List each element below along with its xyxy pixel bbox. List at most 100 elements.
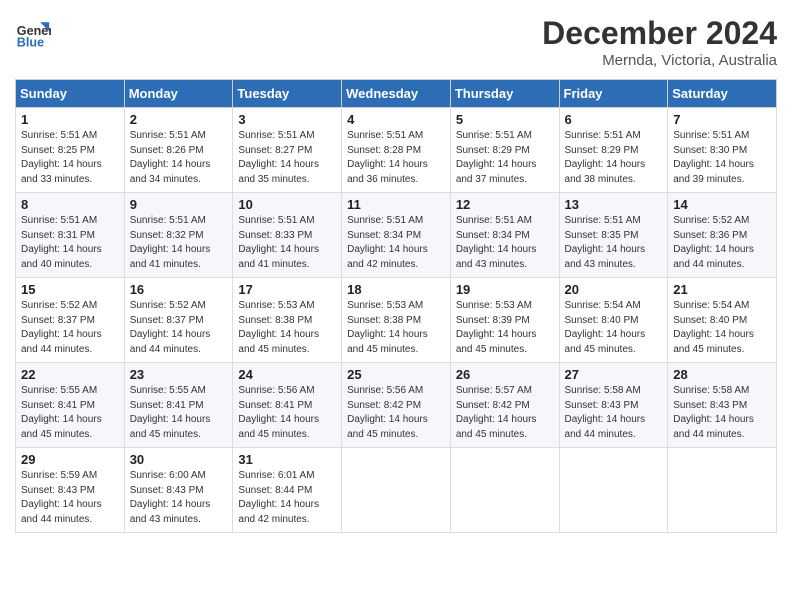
day-header-friday: Friday	[559, 80, 668, 108]
calendar-cell: 27 Sunrise: 5:58 AMSunset: 8:43 PMDaylig…	[559, 363, 668, 448]
calendar-header-row: SundayMondayTuesdayWednesdayThursdayFrid…	[16, 80, 777, 108]
day-number: 16	[130, 282, 228, 297]
calendar-week-row: 15 Sunrise: 5:52 AMSunset: 8:37 PMDaylig…	[16, 278, 777, 363]
day-detail: Sunrise: 5:52 AMSunset: 8:37 PMDaylight:…	[130, 300, 211, 355]
day-detail: Sunrise: 5:51 AMSunset: 8:26 PMDaylight:…	[130, 130, 211, 185]
day-detail: Sunrise: 5:56 AMSunset: 8:41 PMDaylight:…	[238, 385, 319, 440]
day-number: 4	[347, 112, 445, 127]
calendar-cell: 7 Sunrise: 5:51 AMSunset: 8:30 PMDayligh…	[668, 108, 777, 193]
calendar-cell: 9 Sunrise: 5:51 AMSunset: 8:32 PMDayligh…	[124, 193, 233, 278]
day-detail: Sunrise: 5:51 AMSunset: 8:27 PMDaylight:…	[238, 130, 319, 185]
day-number: 6	[565, 112, 663, 127]
day-header-monday: Monday	[124, 80, 233, 108]
calendar-cell: 28 Sunrise: 5:58 AMSunset: 8:43 PMDaylig…	[668, 363, 777, 448]
day-number: 7	[673, 112, 771, 127]
calendar-cell: 4 Sunrise: 5:51 AMSunset: 8:28 PMDayligh…	[342, 108, 451, 193]
calendar-cell: 16 Sunrise: 5:52 AMSunset: 8:37 PMDaylig…	[124, 278, 233, 363]
day-number: 26	[456, 367, 554, 382]
day-detail: Sunrise: 5:51 AMSunset: 8:35 PMDaylight:…	[565, 215, 646, 270]
calendar-cell: 26 Sunrise: 5:57 AMSunset: 8:42 PMDaylig…	[450, 363, 559, 448]
title-area: December 2024 Mernda, Victoria, Australi…	[542, 15, 777, 69]
day-detail: Sunrise: 5:51 AMSunset: 8:34 PMDaylight:…	[456, 215, 537, 270]
day-number: 24	[238, 367, 336, 382]
day-header-wednesday: Wednesday	[342, 80, 451, 108]
day-detail: Sunrise: 5:53 AMSunset: 8:38 PMDaylight:…	[238, 300, 319, 355]
day-header-tuesday: Tuesday	[233, 80, 342, 108]
calendar-cell: 1 Sunrise: 5:51 AMSunset: 8:25 PMDayligh…	[16, 108, 125, 193]
calendar-cell: 18 Sunrise: 5:53 AMSunset: 8:38 PMDaylig…	[342, 278, 451, 363]
day-number: 9	[130, 197, 228, 212]
day-number: 5	[456, 112, 554, 127]
day-number: 29	[21, 452, 119, 467]
day-detail: Sunrise: 5:54 AMSunset: 8:40 PMDaylight:…	[565, 300, 646, 355]
calendar-cell: 15 Sunrise: 5:52 AMSunset: 8:37 PMDaylig…	[16, 278, 125, 363]
calendar-week-row: 8 Sunrise: 5:51 AMSunset: 8:31 PMDayligh…	[16, 193, 777, 278]
day-number: 17	[238, 282, 336, 297]
day-number: 19	[456, 282, 554, 297]
calendar-cell: 17 Sunrise: 5:53 AMSunset: 8:38 PMDaylig…	[233, 278, 342, 363]
day-header-sunday: Sunday	[16, 80, 125, 108]
calendar-cell	[668, 448, 777, 533]
day-number: 10	[238, 197, 336, 212]
day-number: 18	[347, 282, 445, 297]
day-number: 3	[238, 112, 336, 127]
day-detail: Sunrise: 5:51 AMSunset: 8:32 PMDaylight:…	[130, 215, 211, 270]
day-detail: Sunrise: 5:55 AMSunset: 8:41 PMDaylight:…	[21, 385, 102, 440]
calendar-cell: 11 Sunrise: 5:51 AMSunset: 8:34 PMDaylig…	[342, 193, 451, 278]
day-detail: Sunrise: 6:00 AMSunset: 8:43 PMDaylight:…	[130, 470, 211, 525]
location-title: Mernda, Victoria, Australia	[542, 52, 777, 69]
day-number: 25	[347, 367, 445, 382]
calendar-cell: 23 Sunrise: 5:55 AMSunset: 8:41 PMDaylig…	[124, 363, 233, 448]
calendar-cell: 19 Sunrise: 5:53 AMSunset: 8:39 PMDaylig…	[450, 278, 559, 363]
day-detail: Sunrise: 5:52 AMSunset: 8:36 PMDaylight:…	[673, 215, 754, 270]
day-number: 13	[565, 197, 663, 212]
day-header-saturday: Saturday	[668, 80, 777, 108]
calendar-cell: 24 Sunrise: 5:56 AMSunset: 8:41 PMDaylig…	[233, 363, 342, 448]
day-detail: Sunrise: 5:55 AMSunset: 8:41 PMDaylight:…	[130, 385, 211, 440]
day-detail: Sunrise: 5:59 AMSunset: 8:43 PMDaylight:…	[21, 470, 102, 525]
day-detail: Sunrise: 5:51 AMSunset: 8:29 PMDaylight:…	[456, 130, 537, 185]
day-number: 23	[130, 367, 228, 382]
calendar-cell: 31 Sunrise: 6:01 AMSunset: 8:44 PMDaylig…	[233, 448, 342, 533]
logo-icon: General Blue	[15, 15, 51, 51]
day-number: 28	[673, 367, 771, 382]
calendar-cell: 21 Sunrise: 5:54 AMSunset: 8:40 PMDaylig…	[668, 278, 777, 363]
month-title: December 2024	[542, 15, 777, 52]
day-detail: Sunrise: 5:53 AMSunset: 8:38 PMDaylight:…	[347, 300, 428, 355]
day-detail: Sunrise: 5:51 AMSunset: 8:34 PMDaylight:…	[347, 215, 428, 270]
day-number: 8	[21, 197, 119, 212]
calendar-cell	[450, 448, 559, 533]
day-number: 21	[673, 282, 771, 297]
day-number: 15	[21, 282, 119, 297]
day-number: 12	[456, 197, 554, 212]
calendar-week-row: 22 Sunrise: 5:55 AMSunset: 8:41 PMDaylig…	[16, 363, 777, 448]
logo: General Blue	[15, 15, 51, 51]
calendar-cell: 25 Sunrise: 5:56 AMSunset: 8:42 PMDaylig…	[342, 363, 451, 448]
header: General Blue December 2024 Mernda, Victo…	[15, 15, 777, 69]
calendar-week-row: 1 Sunrise: 5:51 AMSunset: 8:25 PMDayligh…	[16, 108, 777, 193]
day-number: 31	[238, 452, 336, 467]
calendar-cell: 3 Sunrise: 5:51 AMSunset: 8:27 PMDayligh…	[233, 108, 342, 193]
calendar-cell: 10 Sunrise: 5:51 AMSunset: 8:33 PMDaylig…	[233, 193, 342, 278]
day-number: 20	[565, 282, 663, 297]
calendar-cell: 13 Sunrise: 5:51 AMSunset: 8:35 PMDaylig…	[559, 193, 668, 278]
calendar-week-row: 29 Sunrise: 5:59 AMSunset: 8:43 PMDaylig…	[16, 448, 777, 533]
calendar-cell: 20 Sunrise: 5:54 AMSunset: 8:40 PMDaylig…	[559, 278, 668, 363]
day-number: 30	[130, 452, 228, 467]
day-number: 27	[565, 367, 663, 382]
svg-text:Blue: Blue	[17, 36, 44, 50]
day-detail: Sunrise: 5:56 AMSunset: 8:42 PMDaylight:…	[347, 385, 428, 440]
calendar-table: SundayMondayTuesdayWednesdayThursdayFrid…	[15, 79, 777, 533]
day-detail: Sunrise: 5:51 AMSunset: 8:25 PMDaylight:…	[21, 130, 102, 185]
calendar-cell: 5 Sunrise: 5:51 AMSunset: 8:29 PMDayligh…	[450, 108, 559, 193]
calendar-cell: 30 Sunrise: 6:00 AMSunset: 8:43 PMDaylig…	[124, 448, 233, 533]
day-detail: Sunrise: 5:51 AMSunset: 8:33 PMDaylight:…	[238, 215, 319, 270]
day-number: 11	[347, 197, 445, 212]
calendar-cell: 6 Sunrise: 5:51 AMSunset: 8:29 PMDayligh…	[559, 108, 668, 193]
calendar-cell: 2 Sunrise: 5:51 AMSunset: 8:26 PMDayligh…	[124, 108, 233, 193]
day-number: 14	[673, 197, 771, 212]
day-detail: Sunrise: 6:01 AMSunset: 8:44 PMDaylight:…	[238, 470, 319, 525]
calendar-cell	[559, 448, 668, 533]
day-number: 2	[130, 112, 228, 127]
calendar-cell: 22 Sunrise: 5:55 AMSunset: 8:41 PMDaylig…	[16, 363, 125, 448]
